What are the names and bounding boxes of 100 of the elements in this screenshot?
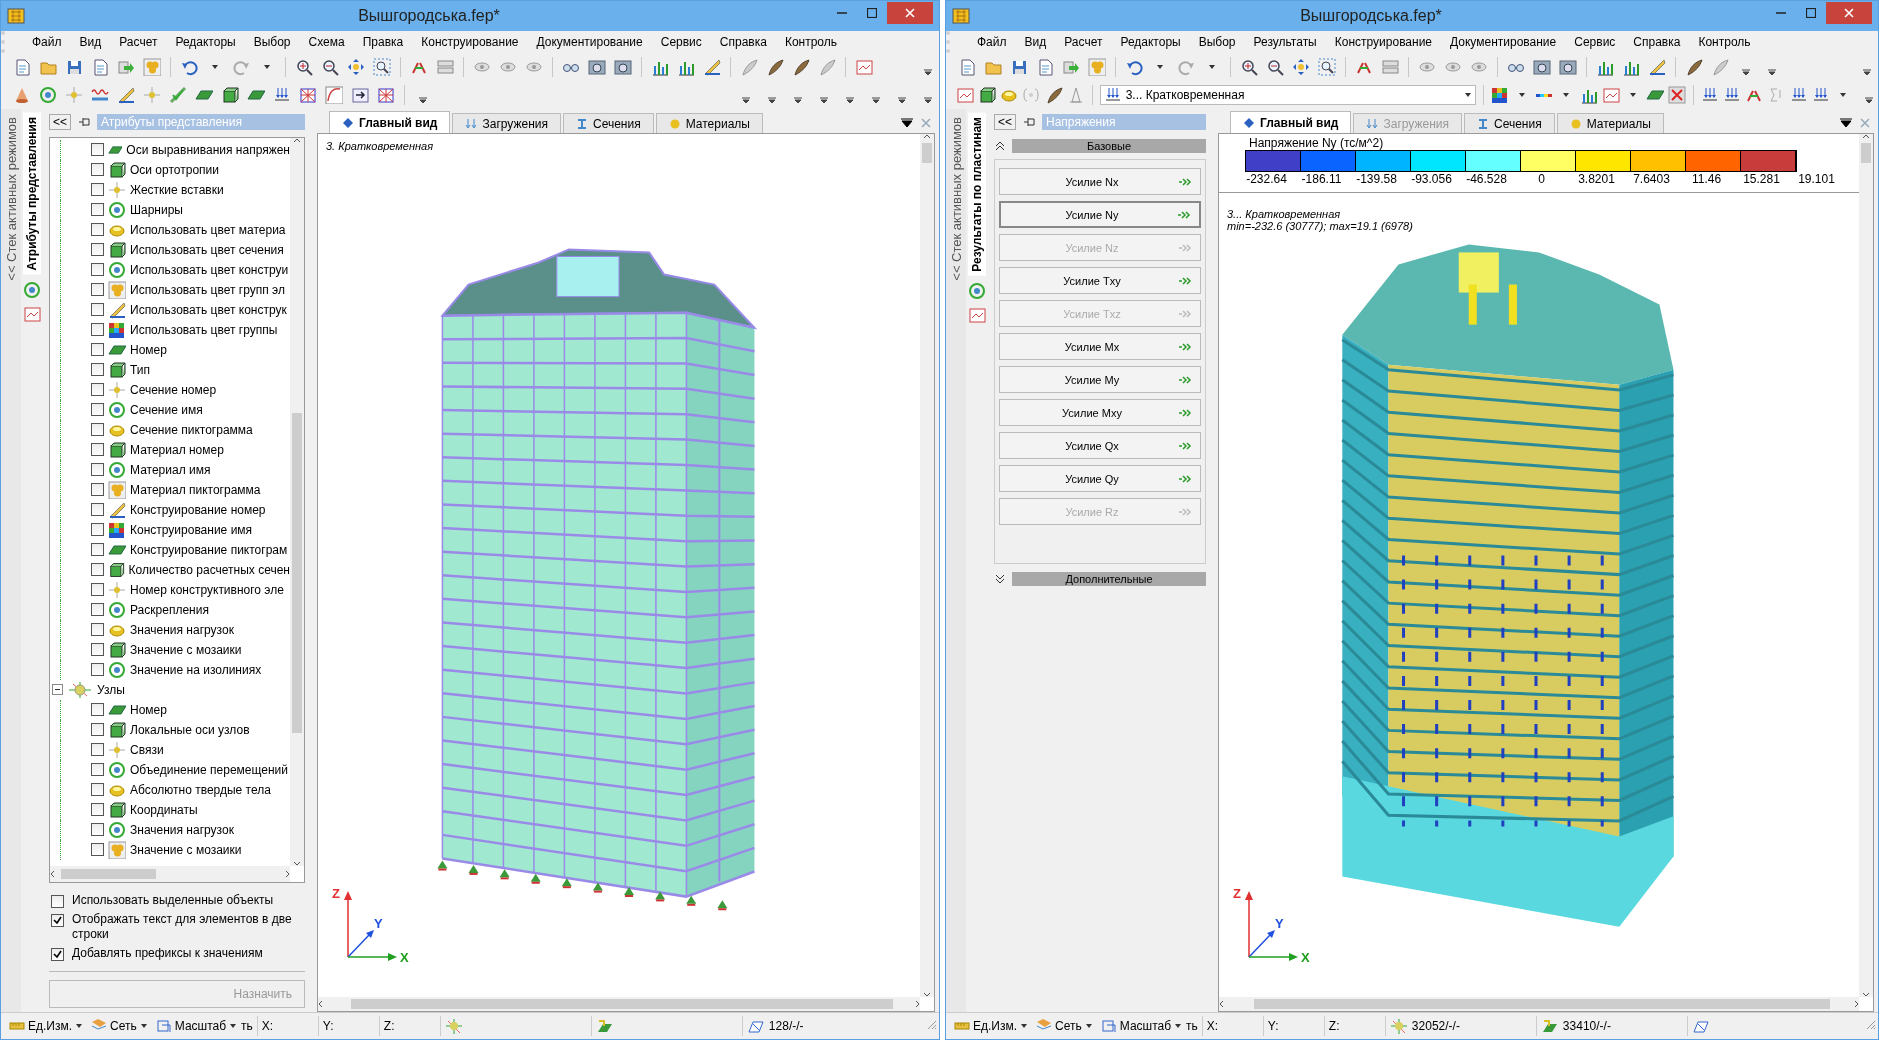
collapse-button[interactable]: << [49, 113, 71, 130]
tree-item[interactable]: Связи [130, 742, 164, 757]
frame-icon[interactable] [956, 86, 975, 104]
tree-item[interactable]: Конструирование номер [130, 502, 266, 517]
scroll-right-icon[interactable] [285, 870, 290, 879]
checkbox[interactable] [91, 723, 104, 737]
checkbox[interactable] [91, 343, 104, 357]
feather-icon[interactable] [766, 58, 784, 76]
menu-item[interactable]: Расчет [110, 33, 167, 51]
checkbox[interactable] [91, 543, 104, 557]
menu-item[interactable]: Схема [299, 33, 354, 51]
tree-item[interactable]: Значение с мозаики [130, 642, 242, 657]
dropdown-arrow-icon[interactable] [1208, 64, 1216, 70]
checkbox[interactable] [91, 323, 104, 337]
tree-item[interactable]: Сечение номер [130, 382, 217, 397]
tree-item[interactable]: Номер конструктивного эле [130, 582, 284, 597]
menu-item[interactable]: Контроль [775, 33, 847, 51]
dropdown-arrow-icon[interactable] [1840, 118, 1852, 128]
scroll-thumb[interactable] [922, 143, 932, 163]
checkbox[interactable] [91, 383, 104, 397]
view-tab[interactable]: Загружения [452, 113, 561, 133]
scroll-thumb[interactable] [351, 999, 893, 1009]
menu-item[interactable]: Вид [1015, 33, 1056, 51]
dropdown-arrow-icon[interactable] [1628, 92, 1637, 98]
scroll-thumb[interactable] [1254, 999, 1830, 1009]
tree-item[interactable]: Номер [130, 702, 167, 717]
checkbox[interactable] [91, 583, 104, 597]
collapse-toggle[interactable] [52, 684, 63, 696]
tree-item[interactable]: Использовать цвет сечения [130, 242, 284, 257]
scroll-thumb[interactable] [292, 412, 302, 733]
dropdown-arrow-icon[interactable] [263, 64, 271, 70]
scrollbar[interactable] [318, 997, 920, 1011]
section-header[interactable]: Дополнительные [1012, 572, 1206, 586]
menu-item[interactable]: Справка [1624, 33, 1690, 51]
menu-item[interactable]: Конструирование [1325, 33, 1442, 51]
resize-grip-icon[interactable] [927, 1020, 937, 1030]
view-tab[interactable]: Сечения [1464, 113, 1555, 133]
checkbox[interactable] [91, 423, 104, 437]
menu-item[interactable]: Выбор [1189, 33, 1245, 51]
plane-icon[interactable] [1646, 90, 1664, 100]
checkbox[interactable] [91, 563, 104, 577]
mode-stack-tab[interactable]: << Стек активных режимов [3, 117, 19, 281]
checkbox[interactable] [91, 603, 104, 617]
undo-icon[interactable] [1125, 58, 1143, 76]
checkbox[interactable] [91, 703, 104, 717]
collapse-button[interactable]: << [994, 114, 1016, 130]
menu-item[interactable]: Контроль [1689, 33, 1760, 51]
tree-item[interactable]: Сечение имя [130, 402, 203, 417]
tree-item[interactable]: Тип [130, 362, 150, 377]
feather-icon[interactable] [1685, 58, 1703, 76]
view-tab[interactable]: Материалы [1556, 113, 1664, 133]
tree-item[interactable]: Координаты [130, 802, 198, 817]
scroll-right-icon[interactable] [915, 1000, 920, 1008]
mesh-icon[interactable] [377, 86, 395, 104]
ruler-icon[interactable] [1648, 58, 1666, 76]
checkbox[interactable] [91, 403, 104, 417]
load-arrows-icon[interactable] [273, 86, 291, 104]
menu-item[interactable]: Сервис [651, 33, 711, 51]
camera-icon[interactable] [1559, 58, 1577, 76]
scroll-thumb[interactable] [61, 869, 156, 880]
status-menu[interactable]: Масштаб [151, 1018, 242, 1034]
checkbox[interactable] [91, 243, 104, 257]
view-tab[interactable]: Главный вид [1230, 111, 1352, 133]
document-icon[interactable] [1036, 58, 1054, 76]
checkbox[interactable] [91, 503, 104, 517]
checkbox[interactable] [91, 363, 104, 377]
tree-item[interactable]: Оси ортотропии [130, 162, 219, 177]
checkbox[interactable] [91, 463, 104, 477]
load-arrows-icon[interactable] [1789, 86, 1808, 104]
force-button[interactable]: Усилие Mxy [999, 399, 1201, 426]
zoom-out-icon[interactable] [321, 58, 339, 76]
menu-item[interactable]: Выбор [244, 33, 300, 51]
tree-item[interactable]: Номер [130, 342, 167, 357]
star-icon[interactable] [143, 86, 161, 104]
checkbox[interactable] [91, 263, 104, 277]
scroll-thumb[interactable] [1861, 143, 1871, 163]
checkbox[interactable] [91, 303, 104, 317]
checkbox[interactable] [91, 163, 104, 177]
menu-item[interactable]: Расчет [1055, 33, 1112, 51]
tree-item[interactable]: Локальные оси узлов [130, 722, 250, 737]
cube-icon[interactable] [978, 86, 997, 104]
checkbox[interactable] [91, 143, 104, 157]
menu-item[interactable]: Справка [710, 33, 776, 51]
tree-item[interactable]: Значение с мозаики [130, 842, 242, 857]
dropdown-arrow-icon[interactable] [1838, 92, 1847, 98]
frame-icon[interactable] [968, 305, 986, 324]
scrollbar[interactable] [1219, 997, 1859, 1011]
tree-item[interactable]: Шарниры [130, 202, 183, 217]
pan-icon[interactable] [347, 58, 365, 76]
plane-icon[interactable] [195, 90, 213, 100]
tree-item[interactable]: Использовать цвет конструк [130, 302, 287, 317]
scroll-down-icon[interactable] [293, 861, 301, 867]
pan-icon[interactable] [1292, 58, 1310, 76]
zoom-icon[interactable] [373, 58, 391, 76]
scroll-up-icon[interactable] [1862, 134, 1870, 139]
enter-icon[interactable] [351, 86, 369, 104]
cross-icon[interactable] [1668, 86, 1687, 104]
force-button[interactable]: Усилие Nx [999, 168, 1201, 195]
save-icon[interactable] [1010, 58, 1028, 76]
zoom-in-icon[interactable] [295, 58, 313, 76]
